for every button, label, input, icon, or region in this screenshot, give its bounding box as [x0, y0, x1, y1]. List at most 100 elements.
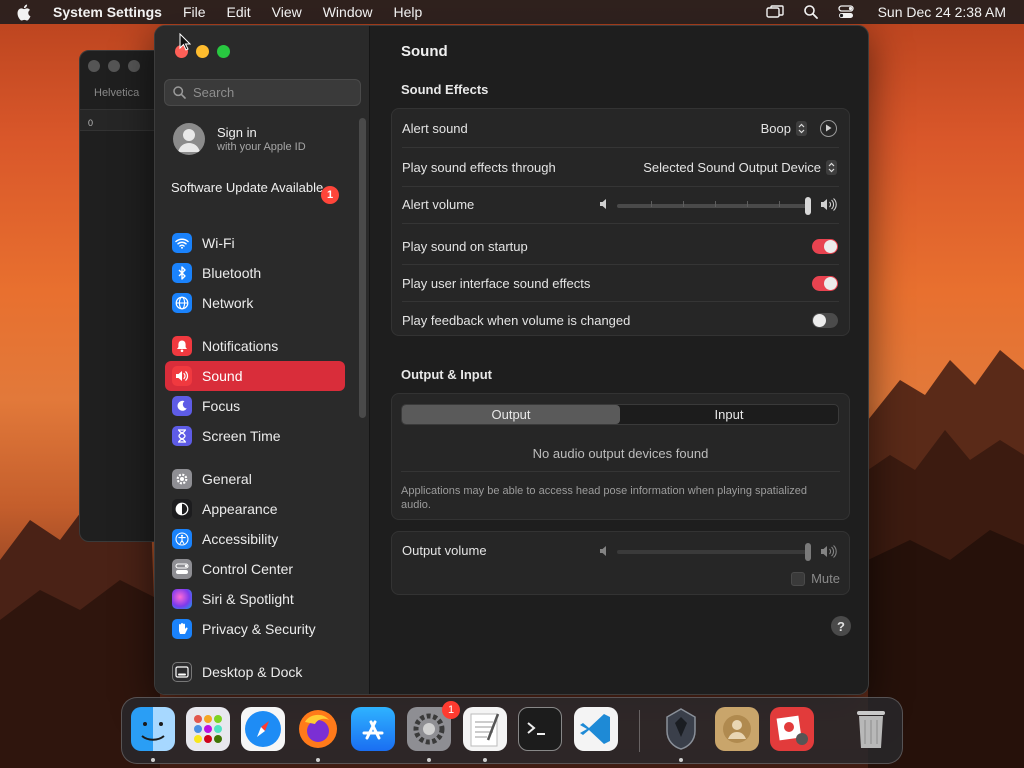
sidebar-item-accessibility[interactable]: Accessibility — [165, 524, 345, 554]
mouse-cursor-icon — [179, 33, 191, 51]
search-input[interactable] — [193, 85, 343, 100]
menu-help[interactable]: Help — [394, 4, 423, 20]
sound-settings-pane: Sound Sound Effects Alert sound Boop Pla… — [371, 26, 868, 694]
sidebar-item-privacy-security[interactable]: Privacy & Security — [165, 614, 345, 644]
output-volume-slider[interactable] — [617, 543, 811, 561]
sound-effects-group: Alert sound Boop Play sound effects thro… — [391, 108, 850, 336]
bell-icon — [172, 336, 192, 356]
running-indicator — [316, 758, 320, 762]
person-icon — [178, 129, 200, 152]
menu-app-name[interactable]: System Settings — [53, 4, 162, 20]
sidebar-item-label: Wi-Fi — [202, 235, 235, 251]
startup-sound-toggle[interactable] — [812, 238, 838, 254]
menubar-clock[interactable]: Sun Dec 24 2:38 AM — [878, 4, 1006, 20]
dock-security-app[interactable] — [659, 707, 703, 751]
dock-contacts[interactable] — [715, 707, 759, 751]
alert-volume-knob[interactable] — [805, 197, 811, 215]
tab-output[interactable]: Output — [402, 405, 620, 424]
dock-launchpad[interactable] — [186, 707, 230, 751]
page-title: Sound — [401, 43, 448, 60]
chevron-updown-icon — [826, 159, 837, 175]
play-alert-button[interactable] — [820, 119, 837, 137]
launchpad-icon — [194, 715, 222, 743]
dock-safari[interactable] — [241, 707, 285, 751]
sidebar-item-focus[interactable]: Focus — [165, 391, 345, 421]
spotlight-search-icon[interactable] — [803, 5, 818, 19]
volume-feedback-label: Play feedback when volume is changed — [402, 312, 631, 328]
dock-photo-booth[interactable] — [770, 707, 814, 751]
sound-effects-heading: Sound Effects — [401, 82, 489, 97]
apple-id-sign-in[interactable]: Sign in with your Apple ID — [173, 123, 306, 155]
software-update-item[interactable]: Software Update Available — [171, 180, 341, 196]
finder-icon — [141, 722, 165, 741]
sidebar-item-appearance[interactable]: Appearance — [165, 494, 345, 524]
dock-vscode[interactable] — [574, 707, 618, 751]
apple-menu-icon[interactable] — [16, 4, 40, 21]
gear-icon — [172, 469, 192, 489]
tab-input[interactable]: Input — [620, 405, 838, 424]
dock-separator — [639, 710, 640, 752]
play-icon — [826, 124, 832, 132]
running-indicator — [483, 758, 487, 762]
dock-textedit[interactable] — [463, 707, 507, 751]
sidebar-scrollbar[interactable] — [359, 118, 366, 418]
minimize-window-button[interactable] — [196, 45, 209, 58]
menu-view[interactable]: View — [272, 4, 302, 20]
alert-sound-popup[interactable]: Boop — [761, 119, 837, 137]
contacts-icon — [723, 715, 751, 743]
dock-app-store[interactable] — [351, 707, 395, 751]
zoom-window-button[interactable] — [217, 45, 230, 58]
sidebar-item-network[interactable]: Network — [165, 288, 345, 318]
ui-sound-effects-row: Play user interface sound effects — [402, 273, 839, 293]
alert-volume-slider[interactable] — [617, 197, 811, 215]
help-button[interactable]: ? — [831, 616, 851, 636]
sidebar-item-label: Focus — [202, 398, 241, 414]
bluetooth-icon — [172, 263, 192, 283]
mute-checkbox-box[interactable] — [791, 571, 806, 586]
sidebar-item-label: Accessibility — [202, 531, 279, 547]
dock-terminal[interactable] — [518, 707, 562, 751]
volume-feedback-row: Play feedback when volume is changed — [402, 310, 839, 330]
sidebar-item-label: Appearance — [202, 501, 278, 517]
dock-trash[interactable] — [849, 707, 893, 751]
menu-window[interactable]: Window — [323, 4, 373, 20]
sidebar-item-label: General — [202, 471, 252, 487]
control-center-icon[interactable] — [837, 5, 854, 19]
gear-icon — [413, 713, 445, 745]
sidebar-item-sound[interactable]: Sound — [165, 361, 345, 391]
sidebar-item-screen-time[interactable]: Screen Time — [165, 421, 345, 451]
dock: 1 — [121, 697, 903, 764]
photo-booth-icon — [776, 715, 808, 745]
output-through-value: Selected Sound Output Device — [643, 159, 821, 175]
row-divider — [402, 147, 839, 148]
sidebar-item-wifi[interactable]: Wi-Fi — [165, 228, 345, 258]
sidebar: Sign in with your Apple ID Software Upda… — [155, 26, 370, 694]
ui-sound-effects-toggle[interactable] — [812, 275, 838, 291]
sidebar-item-control-center[interactable]: Control Center — [165, 554, 345, 584]
output-through-popup[interactable]: Selected Sound Output Device — [643, 159, 837, 175]
menu-file[interactable]: File — [183, 4, 206, 20]
menu-edit[interactable]: Edit — [227, 4, 251, 20]
sidebar-item-desktop-dock[interactable]: Desktop & Dock — [165, 657, 345, 687]
wifi-icon — [172, 233, 192, 253]
sidebar-item-bluetooth[interactable]: Bluetooth — [165, 258, 345, 288]
sidebar-item-siri-spotlight[interactable]: Siri & Spotlight — [165, 584, 345, 614]
dock-firefox[interactable] — [296, 707, 340, 751]
output-volume-group: Output volume Mute — [391, 531, 850, 595]
sidebar-item-general[interactable]: General — [165, 464, 345, 494]
screen-mirroring-icon[interactable] — [765, 5, 784, 19]
volume-feedback-toggle[interactable] — [812, 312, 838, 328]
sidebar-item-notifications[interactable]: Notifications — [165, 331, 345, 361]
search-field[interactable] — [164, 79, 361, 106]
dock-finder[interactable] — [131, 707, 175, 751]
system-settings-badge: 1 — [442, 701, 460, 719]
background-window-controls[interactable] — [88, 60, 140, 72]
head-pose-note: Applications may be able to access head … — [401, 485, 808, 511]
mute-checkbox[interactable]: Mute — [791, 571, 840, 586]
hand-icon — [172, 619, 192, 639]
output-volume-knob[interactable] — [805, 543, 811, 561]
output-input-segmented-control: Output Input — [401, 404, 839, 425]
avatar — [173, 123, 205, 155]
ruler-zero-label: 0 — [88, 118, 94, 128]
row-divider — [402, 264, 839, 265]
